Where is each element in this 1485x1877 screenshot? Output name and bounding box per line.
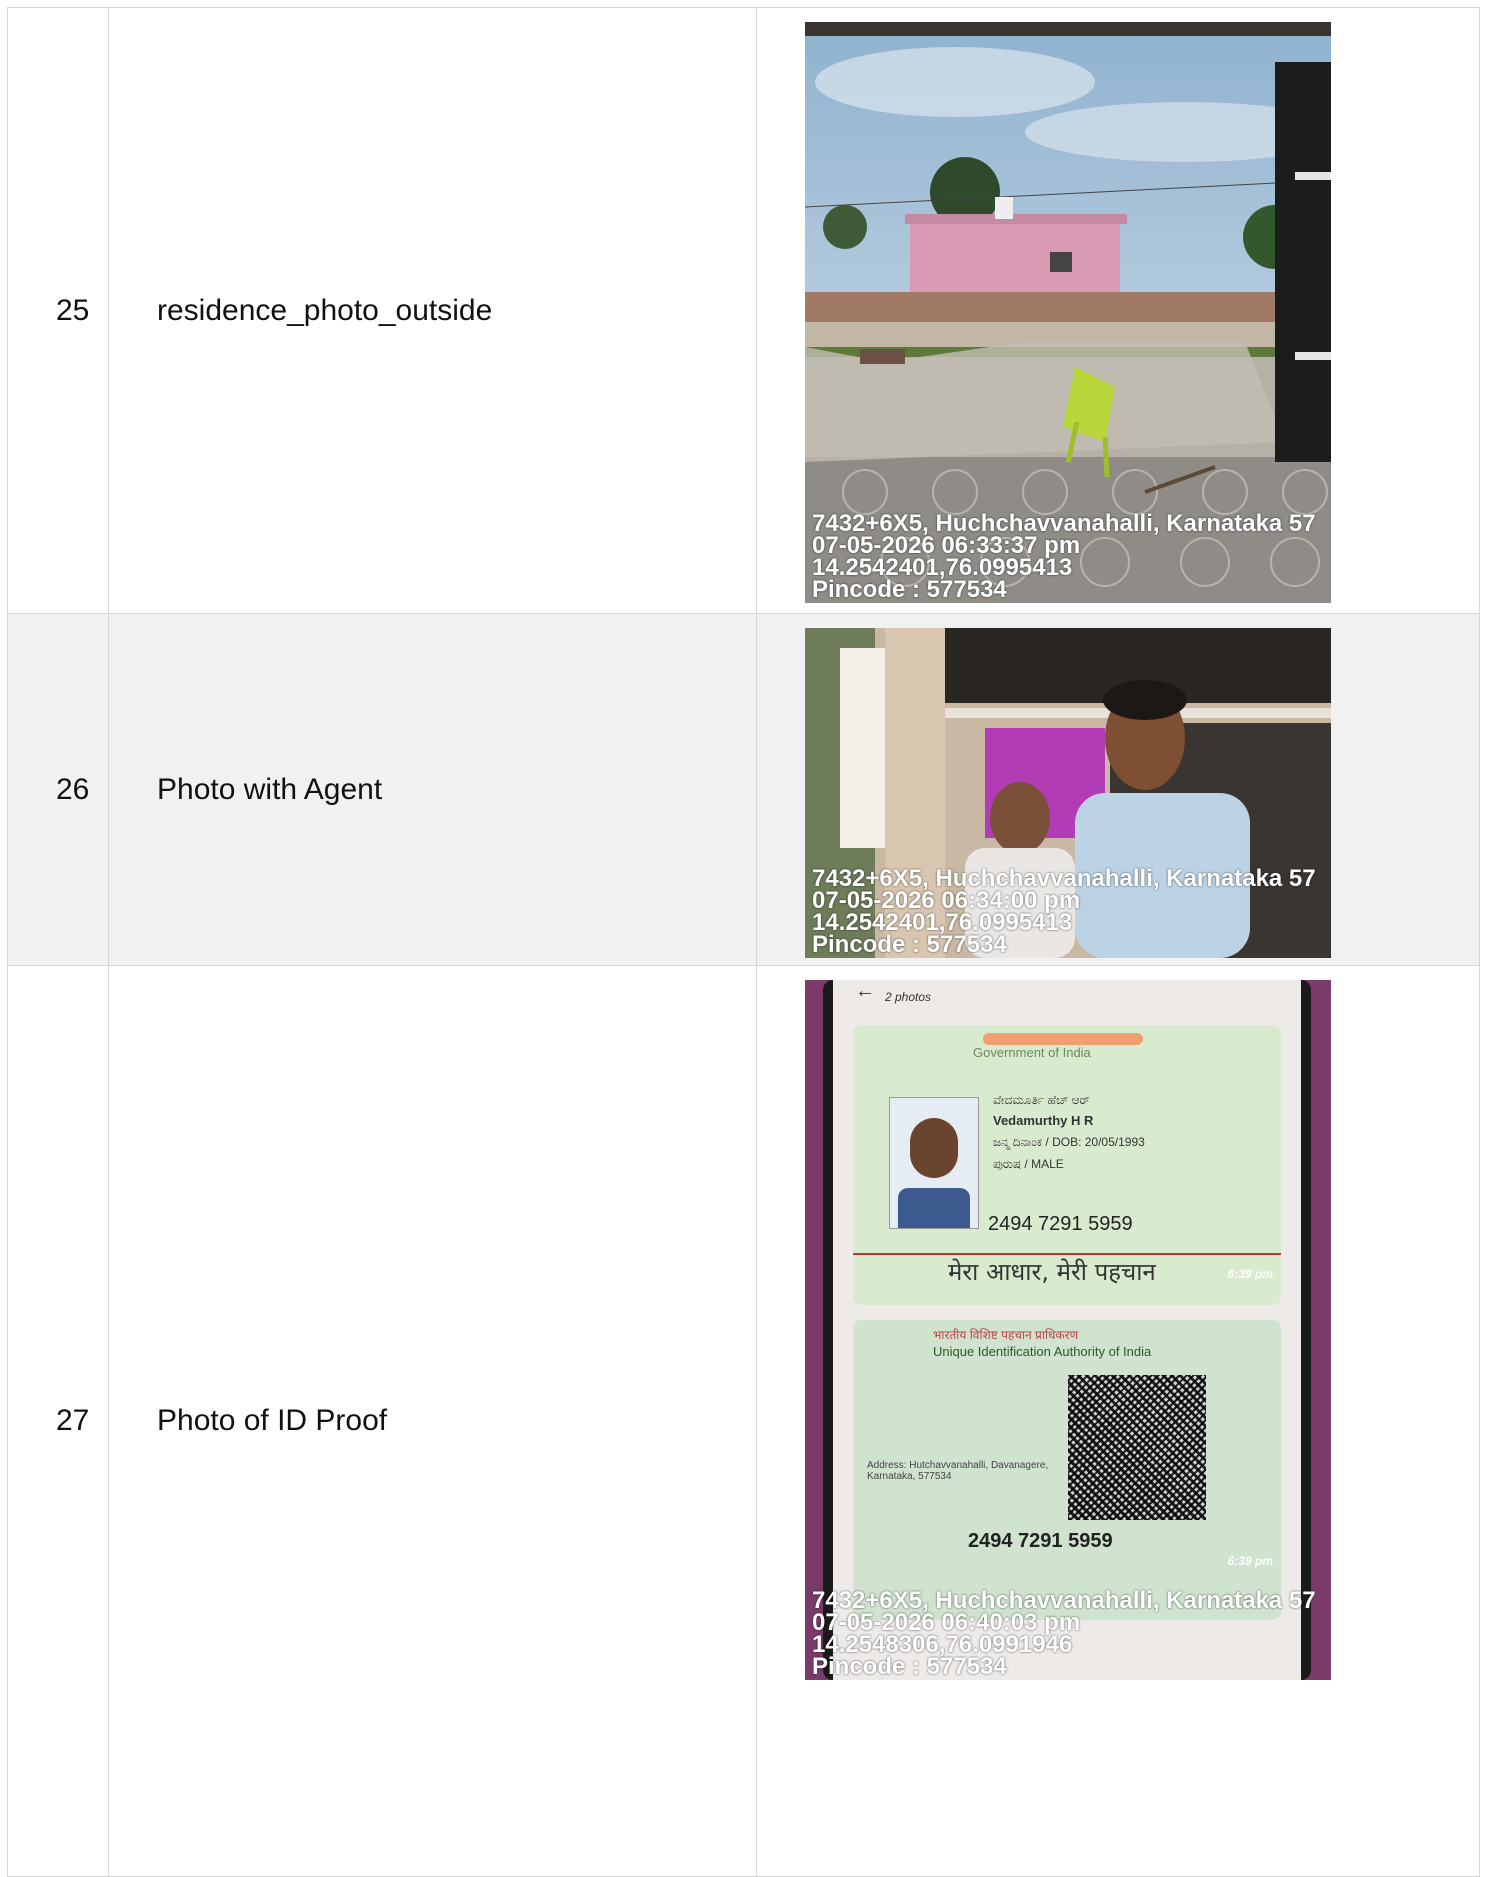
field-label: Photo of ID Proof xyxy=(109,966,757,1876)
authority-hindi: भारतीय विशिष्ट पहचान प्राधिकरण xyxy=(933,1328,1079,1342)
authority-name: Unique Identification Authority of India xyxy=(933,1344,1152,1359)
agent-selfie-photo: 7432+6X5, Huchchavvanahalli, Karnataka 5… xyxy=(805,628,1331,958)
row-number: 26 xyxy=(8,614,109,965)
qr-code xyxy=(1068,1375,1206,1520)
card-gender: ಪುರುಷ / MALE xyxy=(993,1157,1064,1171)
card-address: Address: Hutchavvanahalli, Davanagere, K… xyxy=(867,1460,1049,1482)
photo-cell: 7432+6X5, Huchchavvanahalli, Karnataka 5… xyxy=(757,8,1479,613)
name-local: ವೇದಮೂರ್ತಿ ಹೆಚ್ ಆರ್ xyxy=(993,1093,1090,1107)
row-number: 25 xyxy=(8,8,109,613)
aadhaar-card-back: भारतीय विशिष्ट पहचान प्राधिकरण Unique Id… xyxy=(853,1320,1281,1620)
stamp-pincode: Pincode : 577534 xyxy=(812,1653,1007,1680)
aadhaar-number-back: 2494 7291 5959 xyxy=(968,1530,1113,1552)
card-dob: ಜನ್ಮ ದಿನಾಂಕ / DOB: 20/05/1993 xyxy=(993,1135,1145,1149)
table-row: 25 residence_photo_outside 7432+6X5, Huc… xyxy=(7,7,1480,613)
geo-stamp: 7432+6X5, Huchchavvanahalli, Karnataka 5… xyxy=(812,512,1316,603)
photo-cell: ← 2 photos Government of India ವೇದಮೂರ್ತಿ… xyxy=(757,966,1479,1876)
card-name: Vedamurthy H R xyxy=(993,1113,1094,1128)
aadhaar-number: 2494 7291 5959 xyxy=(988,1213,1133,1235)
field-label: Photo with Agent xyxy=(109,614,757,965)
field-label: residence_photo_outside xyxy=(109,8,757,613)
table-row: 27 Photo of ID Proof ← 2 photos Governme… xyxy=(7,965,1480,1877)
phone-screen: ← 2 photos Government of India ವೇದಮೂರ್ತಿ… xyxy=(833,980,1301,1680)
aadhaar-card-front: Government of India ವೇದಮೂರ್ತಿ ಹೆಚ್ ಆರ್ V… xyxy=(853,1025,1281,1305)
stamp-pincode: Pincode : 577534 xyxy=(812,931,1007,958)
id-proof-photo: ← 2 photos Government of India ವೇದಮೂರ್ತಿ… xyxy=(805,980,1331,1680)
photo-cell: 7432+6X5, Huchchavvanahalli, Karnataka 5… xyxy=(757,614,1479,965)
back-arrow-icon: ← xyxy=(855,980,875,1002)
geo-stamp: 7432+6X5, Huchchavvanahalli, Karnataka 5… xyxy=(812,1589,1316,1680)
id-photo xyxy=(889,1097,979,1229)
message-time: 6:39 pm xyxy=(1227,1267,1273,1281)
geo-stamp: 7432+6X5, Huchchavvanahalli, Karnataka 5… xyxy=(812,867,1316,958)
photos-count: 2 photos xyxy=(885,990,932,1004)
table-row: 26 Photo with Agent 7432+6X5, Huchchavva… xyxy=(7,613,1480,965)
aadhaar-tagline: मेरा आधार, मेरी पहचान xyxy=(948,1258,1156,1286)
row-number: 27 xyxy=(8,966,109,1876)
govt-title: Government of India xyxy=(973,1045,1091,1060)
message-time: 6:39 pm xyxy=(1227,1554,1273,1568)
residence-outside-photo: 7432+6X5, Huchchavvanahalli, Karnataka 5… xyxy=(805,22,1331,603)
stamp-pincode: Pincode : 577534 xyxy=(812,576,1007,603)
